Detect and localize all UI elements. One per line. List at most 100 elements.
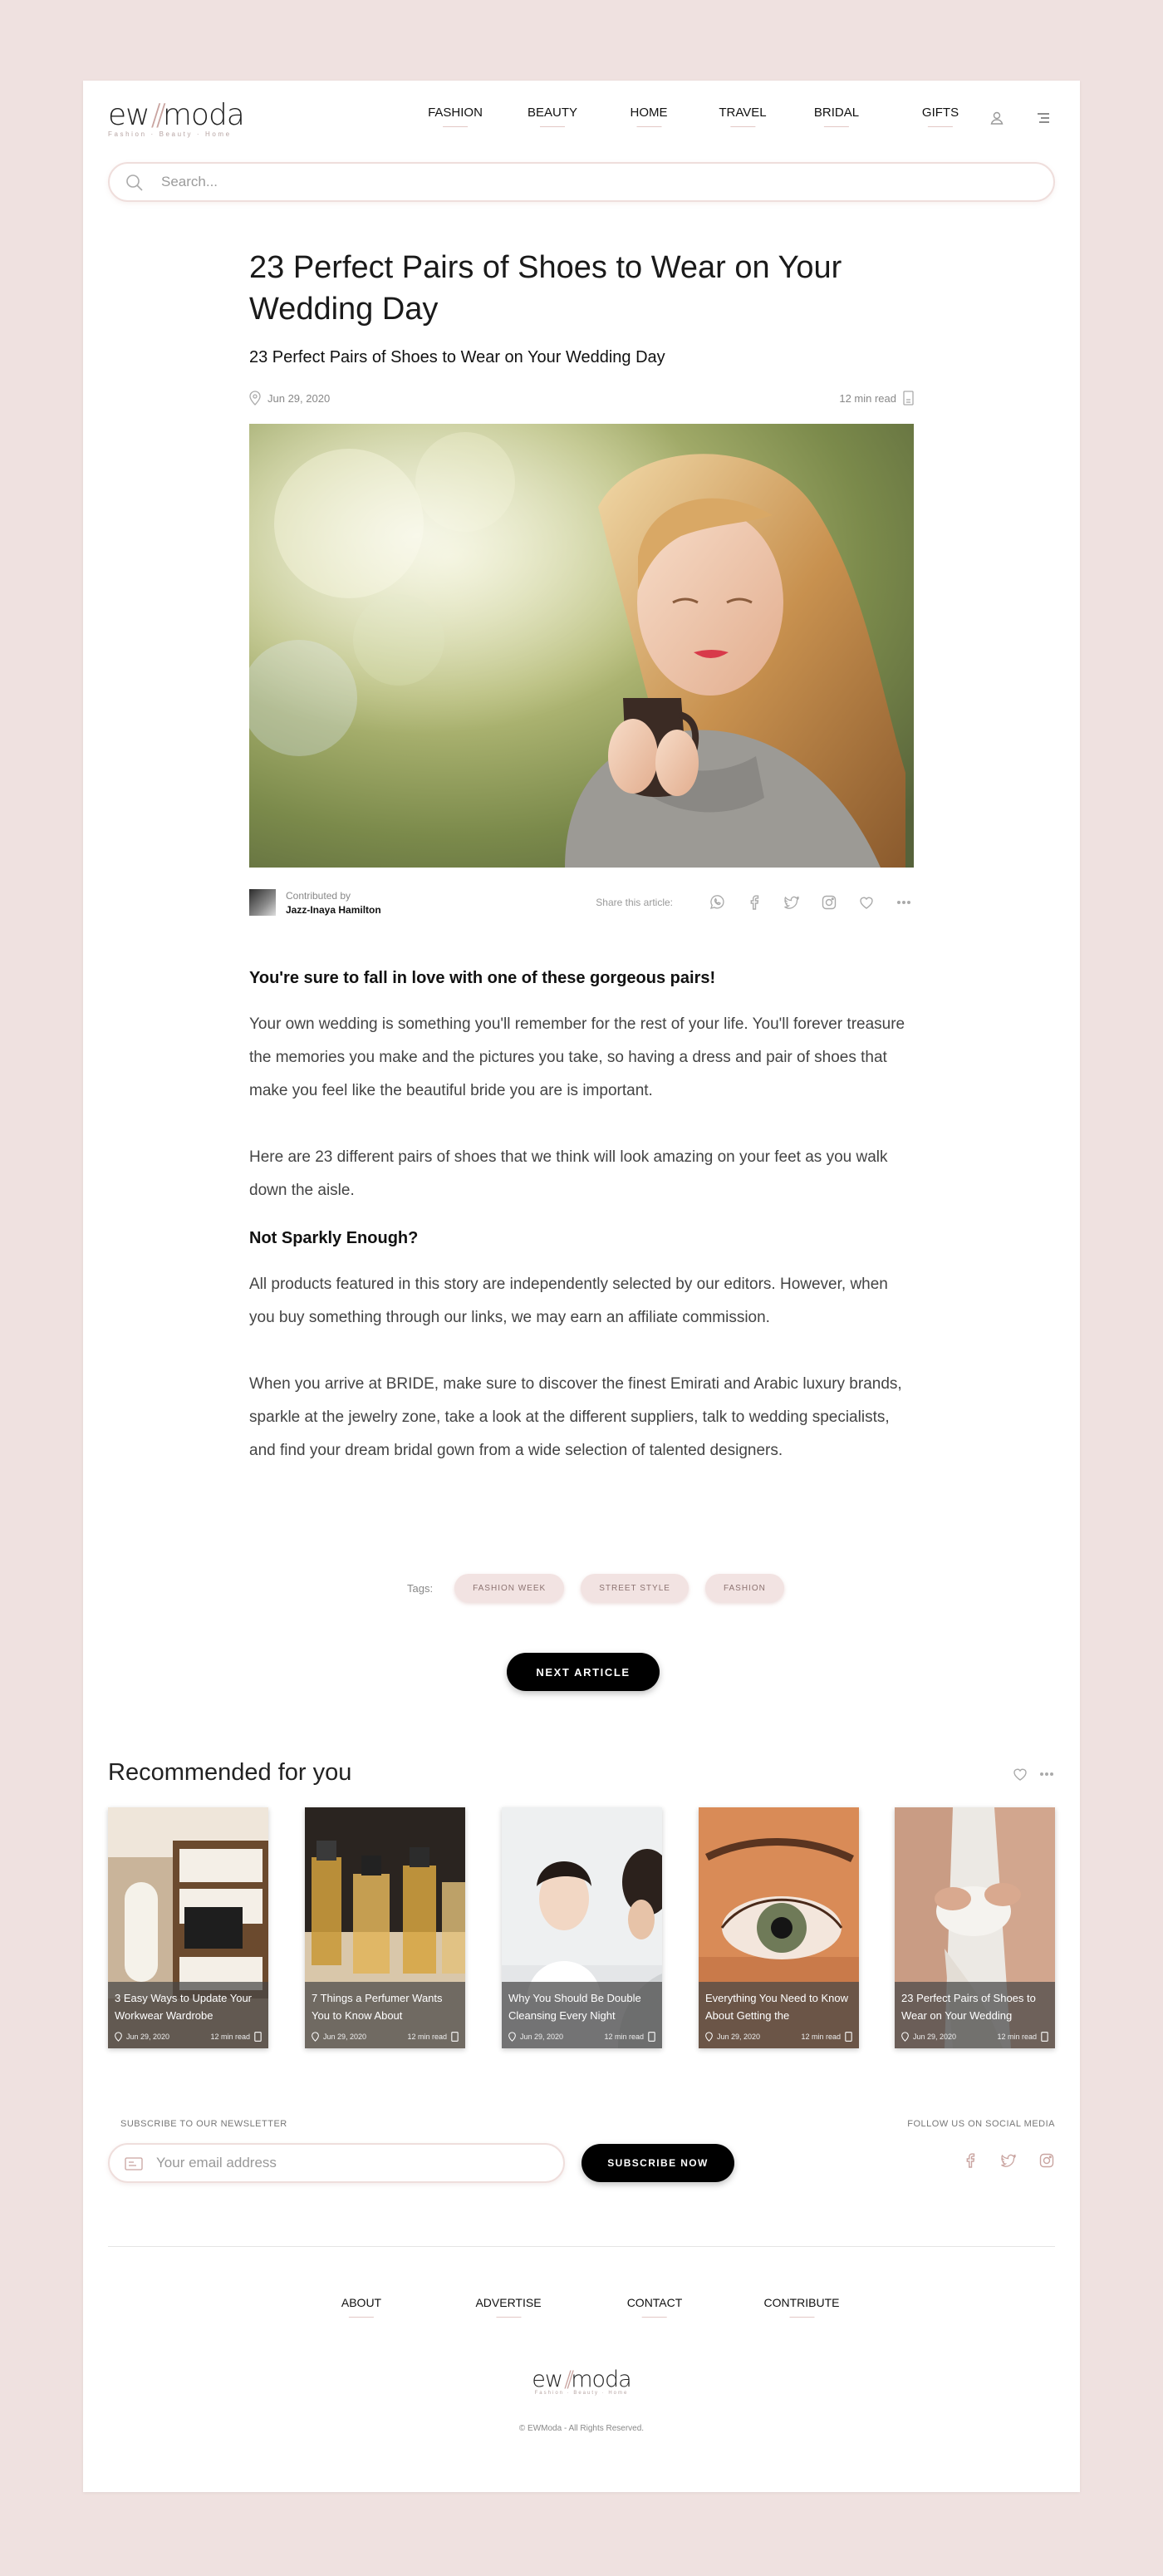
contributor-row: Contributed by Jazz-Inaya Hamilton Share…	[249, 889, 914, 917]
subscribe-button[interactable]: SUBSCRIBE NOW	[582, 2144, 734, 2182]
footer-link-contribute[interactable]: CONTRIBUTE	[764, 2296, 840, 2318]
mail-icon	[125, 2157, 143, 2170]
facebook-icon[interactable]	[962, 2152, 979, 2169]
social-label: FOLLOW US ON SOCIAL MEDIA	[907, 2119, 1055, 2129]
card-read-time: 12 min read	[801, 2033, 841, 2041]
footer-divider	[108, 2246, 1055, 2247]
tag-fashion[interactable]: FASHION	[704, 1574, 784, 1602]
recommended-title: Recommended for you	[108, 1759, 352, 1786]
article-date: Jun 29, 2020	[267, 391, 331, 405]
location-pin-icon	[901, 2032, 909, 2042]
nav-travel[interactable]: TRAVEL	[719, 106, 766, 127]
card-date: Jun 29, 2020	[126, 2033, 170, 2041]
contributor-name[interactable]: Jazz-Inaya Hamilton	[286, 904, 381, 916]
facebook-icon[interactable]	[744, 892, 764, 912]
search-input[interactable]	[161, 170, 992, 194]
article-read-time: 12 min read	[839, 391, 896, 405]
logo-text-left: ew	[532, 2367, 563, 2392]
hero-image	[249, 424, 914, 868]
article-paragraph: Your own wedding is something you'll rem…	[249, 1015, 905, 1099]
email-input[interactable]	[156, 2153, 547, 2173]
site-header: ew//moda Fashion · Beauty · Home FASHION…	[108, 97, 1055, 139]
location-pin-icon	[705, 2032, 713, 2042]
next-article-button[interactable]: NEXT ARTICLE	[507, 1653, 660, 1691]
card-title: Why You Should Be Double Cleansing Every…	[508, 1992, 641, 2022]
article-subheading: Not Sparkly Enough?	[249, 1229, 419, 1247]
article-lead: You're sure to fall in love with one of …	[249, 969, 716, 987]
nav-home[interactable]: HOME	[631, 106, 668, 127]
bookmark-icon[interactable]	[845, 2032, 852, 2042]
nav-gifts[interactable]: GIFTS	[922, 106, 959, 127]
tag-street-style[interactable]: STREET STYLE	[581, 1574, 689, 1602]
recommended-card[interactable]: 23 Perfect Pairs of Shoes to Wear on You…	[895, 1807, 1055, 2048]
more-icon[interactable]	[894, 892, 914, 912]
footer-link-contact[interactable]: CONTACT	[627, 2296, 683, 2318]
card-date: Jun 29, 2020	[717, 2033, 761, 2041]
logo-tagline: Fashion · Beauty · Home	[534, 2391, 629, 2396]
card-title: 23 Perfect Pairs of Shoes to Wear on You…	[901, 1992, 1036, 2022]
heart-icon[interactable]	[856, 892, 876, 912]
copyright: © EWModa - All Rights Reserved.	[518, 2424, 645, 2433]
card-read-time: 12 min read	[997, 2033, 1037, 2041]
location-pin-icon	[115, 2032, 122, 2042]
bookmark-icon[interactable]	[1041, 2032, 1048, 2042]
contributor-label: Contributed by	[286, 890, 351, 902]
tags-label: Tags:	[407, 1581, 434, 1595]
recommended-card[interactable]: 7 Things a Perfumer Wants You to Know Ab…	[305, 1807, 465, 2048]
location-pin-icon	[508, 2032, 516, 2042]
social-icons	[962, 2152, 1055, 2169]
card-date: Jun 29, 2020	[323, 2033, 367, 2041]
card-read-time: 12 min read	[604, 2033, 644, 2041]
footer-logo[interactable]: ew//moda Fashion · Beauty · Home	[532, 2367, 631, 2396]
nav-beauty[interactable]: BEAUTY	[528, 106, 577, 127]
avatar[interactable]	[249, 889, 276, 916]
location-pin-icon	[312, 2032, 319, 2042]
whatsapp-icon[interactable]	[707, 892, 727, 912]
recommended-card[interactable]: Why You Should Be Double Cleansing Every…	[502, 1807, 662, 2048]
user-icon[interactable]	[987, 108, 1007, 128]
logo-tagline: Fashion · Beauty · Home	[108, 130, 232, 138]
card-title: 3 Easy Ways to Update Your Workwear Ward…	[115, 1992, 253, 2022]
page-card: ew//moda Fashion · Beauty · Home FASHION…	[83, 81, 1080, 2492]
footer-link-advertise[interactable]: ADVERTISE	[475, 2296, 541, 2318]
bookmark-icon[interactable]	[903, 391, 914, 406]
instagram-icon[interactable]	[819, 892, 839, 912]
bookmark-icon[interactable]	[648, 2032, 655, 2042]
card-read-time: 12 min read	[407, 2033, 447, 2041]
tags-row: Tags: FASHION WEEK STREET STYLE FASHION	[407, 1574, 801, 1602]
nav-bridal[interactable]: BRIDAL	[814, 106, 859, 127]
bookmark-icon[interactable]	[254, 2032, 262, 2042]
logo-text-left: ew	[108, 98, 150, 132]
bookmark-icon[interactable]	[451, 2032, 459, 2042]
logo-text-right: moda	[162, 98, 245, 132]
location-pin-icon	[249, 391, 261, 406]
card-title: Everything You Need to Know About Gettin…	[705, 1992, 849, 2022]
recommended-card[interactable]: Everything You Need to Know About Gettin…	[699, 1807, 859, 2048]
heart-icon[interactable]	[1012, 1766, 1028, 1782]
article-paragraph: Here are 23 different pairs of shoes tha…	[249, 1148, 888, 1199]
article-title: 23 Perfect Pairs of Shoes to Wear on You…	[249, 250, 842, 327]
logo-text-right: moda	[571, 2367, 632, 2392]
footer-link-about[interactable]: ABOUT	[341, 2296, 381, 2318]
article: 23 Perfect Pairs of Shoes to Wear on You…	[249, 247, 914, 1467]
instagram-icon[interactable]	[1038, 2152, 1055, 2169]
tag-fashion-week[interactable]: FASHION WEEK	[454, 1574, 565, 1602]
logo-slash: //	[563, 2367, 574, 2392]
share-label: Share this article:	[596, 897, 673, 908]
twitter-icon[interactable]	[1000, 2152, 1017, 2169]
recommended-card[interactable]: 3 Easy Ways to Update Your Workwear Ward…	[108, 1807, 268, 2048]
newsletter-field	[108, 2143, 565, 2183]
newsletter-label: SUBSCRIBE TO OUR NEWSLETTER	[120, 2119, 287, 2129]
card-title: 7 Things a Perfumer Wants You to Know Ab…	[312, 1992, 443, 2022]
article-subtitle: 23 Perfect Pairs of Shoes to Wear on You…	[249, 348, 665, 366]
search-bar	[108, 162, 1055, 202]
card-date: Jun 29, 2020	[520, 2033, 564, 2041]
site-logo[interactable]: ew//moda Fashion · Beauty · Home	[108, 98, 249, 139]
search-icon	[126, 175, 143, 191]
menu-icon[interactable]	[1033, 108, 1053, 128]
more-icon[interactable]	[1038, 1766, 1055, 1782]
nav-fashion[interactable]: FASHION	[428, 106, 483, 127]
twitter-icon[interactable]	[782, 892, 802, 912]
card-date: Jun 29, 2020	[913, 2033, 957, 2041]
article-meta: Jun 29, 2020 12 min read	[249, 389, 914, 409]
